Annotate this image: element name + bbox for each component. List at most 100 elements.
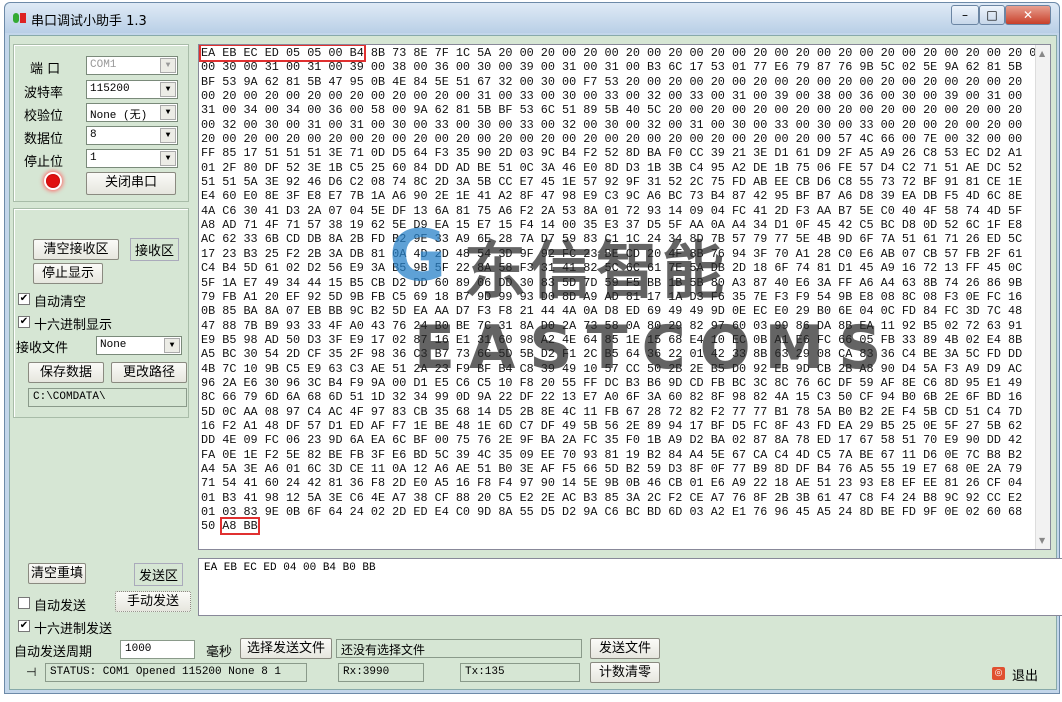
- send-file-button[interactable]: 发送文件: [590, 638, 660, 659]
- exit-icon[interactable]: ◎: [992, 667, 1005, 680]
- clear-send-button[interactable]: 清空重填: [28, 563, 86, 584]
- auto-clear-label: 自动清空: [34, 295, 87, 310]
- receive-line: 5F 1A E7 49 34 44 15 B5 CB D2 DD 60 89 0…: [201, 275, 1023, 290]
- hex-send-checkbox[interactable]: ✔: [18, 620, 30, 632]
- receive-line: 8B 73 8E 7F 1C 5A 20 00 20 00 20 00 20 0…: [363, 46, 1051, 60]
- period-input[interactable]: 1000: [120, 640, 195, 659]
- receive-line: C4 B4 5D 61 02 D2 56 E9 3A B5 9B 5F 22 8…: [201, 261, 1023, 276]
- receive-area[interactable]: EA EB EC ED 05 05 00 B4 8B 73 8E 7F 1C 5…: [198, 44, 1051, 550]
- receive-line: 8C 66 79 6D 6A 68 6D 51 1D 32 34 99 0D 9…: [201, 390, 1023, 405]
- receive-line: 00 32 00 30 00 31 00 31 00 30 00 33 00 3…: [201, 117, 1023, 132]
- stop-display-button[interactable]: 停止显示: [33, 263, 103, 284]
- send-area-label: 发送区: [134, 563, 184, 586]
- receive-line: 17 23 B3 25 F2 2B 3A DB 81 0A 4D 2D 48 5…: [201, 246, 1023, 261]
- change-path-button[interactable]: 更改路径: [111, 362, 187, 383]
- receive-line: FA 0E 1E F2 5E 82 BE FB 3F E6 BD 5C 39 4…: [201, 447, 1023, 462]
- pin-icon[interactable]: ⊣: [26, 665, 36, 679]
- hex-send-label: 十六进制发送: [34, 622, 113, 637]
- receive-file-label: 接收文件: [16, 341, 69, 356]
- tx-counter: Tx:135: [460, 663, 580, 682]
- window-title: 串口调试小助手 1.3: [31, 14, 147, 29]
- receive-line: 4A C6 30 41 D3 2A 07 04 5E DF 13 6A 81 7…: [201, 203, 1023, 218]
- parity-select[interactable]: None (无) ▼: [86, 103, 178, 122]
- chevron-down-icon: ▼: [160, 151, 176, 166]
- receive-line: 79 FB A1 20 EF 92 5D 9B FB C5 69 18 B7 9…: [201, 289, 1023, 304]
- hex-display-checkbox[interactable]: ✔: [18, 316, 30, 328]
- manual-send-button[interactable]: 手动发送: [115, 591, 191, 612]
- receive-line: 01 2F 80 DF 52 3E 1B C5 25 60 84 DD AD B…: [201, 160, 1023, 175]
- send-file-status: 还没有选择文件: [336, 639, 582, 658]
- receive-line: 51 51 5A 3E 92 46 D6 C2 08 74 8C 2D 3A 5…: [201, 175, 1023, 190]
- databits-select[interactable]: 8 ▼: [86, 126, 178, 145]
- receive-line: E4 60 E0 8E 3F E8 E7 7B 1A A6 90 2E 1E 4…: [201, 189, 1023, 204]
- frame-tail-highlight: A8 BB: [220, 517, 260, 536]
- receive-line: A8 AD 71 4F 71 57 38 19 62 5E D9 EA 15 E…: [201, 218, 1023, 233]
- auto-clear-checkbox[interactable]: ✔: [18, 293, 30, 305]
- receive-line: 47 88 7B B9 93 33 4F A0 43 76 24 B0 BE 7…: [201, 318, 1023, 333]
- receive-line: 01 B3 41 98 12 5A 3E C6 4E A7 38 CF 88 2…: [201, 490, 1023, 505]
- save-data-button[interactable]: 保存数据: [28, 362, 104, 383]
- receive-hex-text: EA EB EC ED 05 05 00 B4 8B 73 8E 7F 1C 5…: [199, 45, 1051, 536]
- receive-line: 00 30 00 31 00 31 00 39 00 38 00 36 00 3…: [201, 60, 1023, 75]
- send-textarea[interactable]: EA EB EC ED 04 00 B4 B0 BB: [198, 558, 1062, 616]
- client-area: 端 口 COM1 ▼ 波特率 115200 ▼ 校验位 None (无) ▼ 数据位 …: [9, 35, 1062, 690]
- receive-line: 16 F2 A1 48 DF 57 D1 ED AF F7 1E BE 48 1…: [201, 418, 1023, 433]
- save-path-field[interactable]: C:\COMDATA\: [28, 388, 187, 407]
- chevron-down-icon: ▼: [160, 82, 176, 97]
- receive-line: AC 62 33 6B CD DB 8A 2B FD B2 9E 33 A9 6…: [201, 232, 1023, 247]
- baud-value: 115200: [90, 83, 130, 95]
- auto-send-label: 自动发送: [34, 599, 87, 614]
- period-label: 自动发送周期: [14, 645, 93, 660]
- chevron-down-icon: ▼: [160, 58, 176, 73]
- receive-line: 4B 7C 10 9B C5 E9 63 C3 AE 51 2A 23 F9 B…: [201, 361, 1023, 376]
- receive-line: 96 2A E6 30 96 3C B4 F9 9A 00 D1 E5 C6 C…: [201, 375, 1023, 390]
- receive-file-select[interactable]: None ▼: [96, 336, 182, 355]
- close-port-button[interactable]: 关闭串口: [86, 172, 176, 195]
- choose-send-file-button[interactable]: 选择发送文件: [240, 638, 332, 659]
- receive-line: BF 53 9A 62 81 5B 47 95 0B 4E 84 5E 51 6…: [201, 74, 1023, 89]
- app-icon: [13, 12, 27, 24]
- receive-line: 00 20 00 20 00 20 00 20 00 20 00 20 00 3…: [201, 89, 1023, 104]
- receive-lines: 00 30 00 31 00 31 00 39 00 38 00 36 00 3…: [201, 60, 1022, 519]
- receive-line: E9 B5 98 AD 50 D3 3F E9 17 02 87 16 E1 3…: [201, 332, 1023, 347]
- receive-area-label: 接收区: [130, 238, 180, 261]
- status-text: STATUS: COM1 Opened 115200 None 8 1: [45, 663, 307, 682]
- receive-file-value: None: [100, 339, 127, 351]
- clear-receive-button[interactable]: 清空接收区: [33, 239, 119, 260]
- frame-header-highlight: EA EB EC ED 05 05 00 B4: [199, 45, 366, 62]
- port-status-led-icon: [46, 174, 60, 188]
- close-button[interactable]: ✕: [1005, 5, 1051, 25]
- auto-send-checkbox[interactable]: [18, 597, 30, 609]
- receive-line: A4 5A 3E A6 01 6C 3D CE 11 0A 12 A6 AE 5…: [201, 461, 1023, 476]
- minimize-button[interactable]: –: [951, 5, 979, 25]
- receive-line: A5 BC 30 54 2D CF 35 2F 98 36 C3 B7 73 6…: [201, 347, 1023, 362]
- baud-select[interactable]: 115200 ▼: [86, 80, 178, 99]
- rx-counter: Rx:3990: [338, 663, 424, 682]
- parity-label: 校验位: [24, 109, 64, 124]
- stopbits-value: 1: [90, 152, 97, 164]
- period-unit: 毫秒: [206, 645, 233, 660]
- exit-button[interactable]: 退出: [1012, 665, 1038, 684]
- receive-line: DD 4E 09 FC 06 23 9D 6A EA 6C BF 00 75 7…: [201, 433, 1023, 448]
- baud-label: 波特率: [24, 86, 64, 101]
- receive-line: 5D 0C AA 08 97 C4 AC 4F 97 83 CB 35 68 1…: [201, 404, 1023, 419]
- maximize-button[interactable]: □: [979, 5, 1005, 25]
- app-window: 串口调试小助手 1.3 – □ ✕ 端 口 COM1 ▼ 波特率 115200 ▼ …: [4, 2, 1062, 694]
- receive-scrollbar[interactable]: ▲ ▼: [1035, 45, 1050, 549]
- receive-line: 71 54 41 60 24 42 81 36 F8 2D E0 A5 16 F…: [201, 476, 1023, 491]
- title-bar: 串口调试小助手 1.3 – □ ✕: [5, 3, 1059, 33]
- chevron-down-icon: ▼: [160, 128, 176, 143]
- receive-line: 01 03 83 9E 0B 6F 64 24 02 2D ED E4 C0 9…: [201, 505, 1023, 519]
- hex-display-label: 十六进制显示: [34, 318, 113, 333]
- stopbits-select[interactable]: 1 ▼: [86, 149, 178, 168]
- receive-line: 20 00 20 00 20 00 20 00 20 00 20 00 20 0…: [201, 132, 1023, 147]
- chevron-down-icon: ▼: [164, 338, 180, 353]
- chevron-down-icon: ▼: [160, 105, 176, 120]
- port-select[interactable]: COM1 ▼: [86, 56, 178, 75]
- receive-line: 0B 85 BA 8A 07 EB BB 9C B2 5D EA AA D7 F…: [201, 304, 1023, 319]
- receive-line: 31 00 34 00 34 00 36 00 58 00 9A 62 81 5…: [201, 103, 1023, 118]
- stopbits-label: 停止位: [24, 155, 64, 170]
- reset-counter-button[interactable]: 计数清零: [590, 662, 660, 683]
- parity-value: None (无): [90, 110, 148, 122]
- databits-value: 8: [90, 129, 97, 141]
